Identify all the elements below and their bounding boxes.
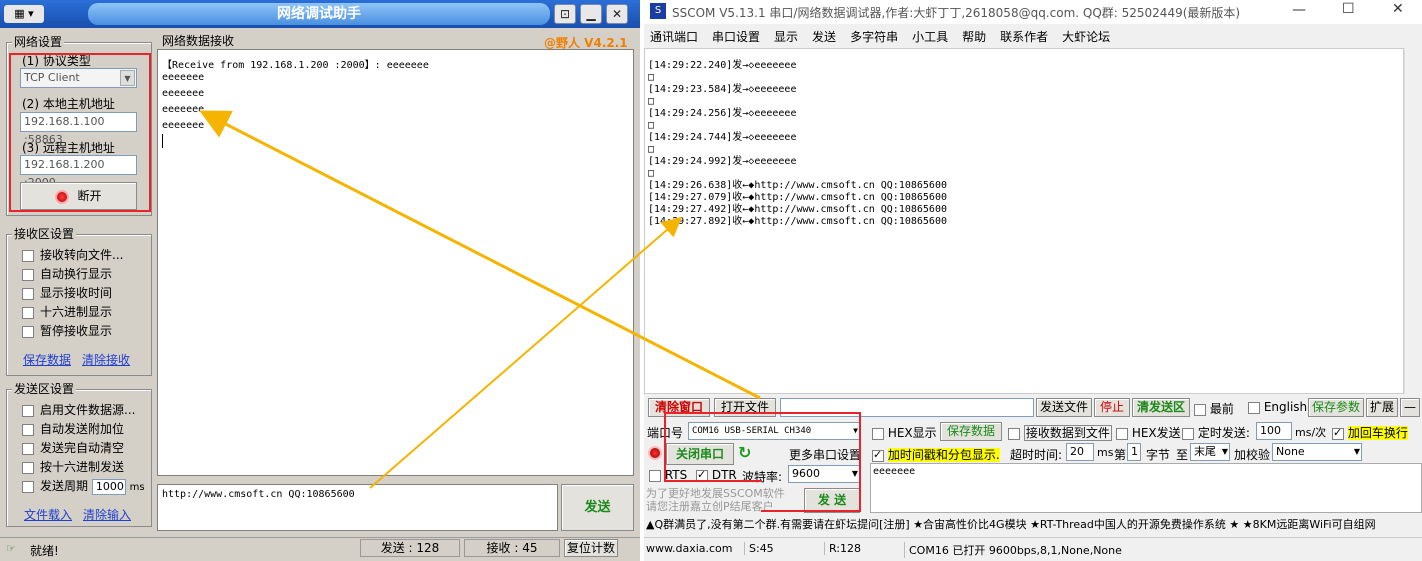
arrow-to-left-recv: [199, 110, 761, 400]
annotation-arrows: [199, 110, 761, 489]
arrow-to-right-log: [369, 216, 683, 489]
